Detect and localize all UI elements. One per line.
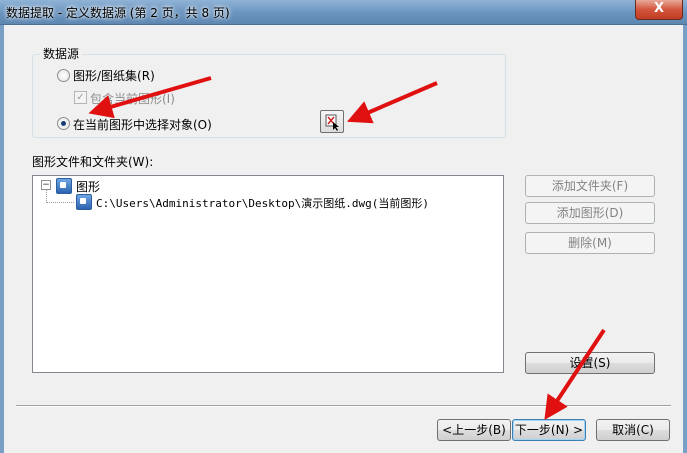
dwg-file-icon xyxy=(76,194,92,210)
include-current-label[interactable]: 包含当前图形(I) xyxy=(90,90,175,107)
radio-select-objects-label[interactable]: 在当前图形中选择对象(O) xyxy=(73,116,212,133)
radio-drawings-label[interactable]: 图形/图纸集(R) xyxy=(73,67,155,84)
divider xyxy=(16,405,671,407)
collapse-icon[interactable]: − xyxy=(41,180,51,190)
tree-line xyxy=(46,202,74,203)
tree-root-label[interactable]: 图形 xyxy=(76,178,100,195)
select-objects-button[interactable] xyxy=(320,110,344,133)
datasource-group-label: 数据源 xyxy=(40,45,83,62)
dialog-body: 数据源 图形/图纸集(R) ✓ 包含当前图形(I) 在当前图形中选择对象(O) … xyxy=(4,25,683,453)
title-bar: 数据提取 - 定义数据源 (第 2 页，共 8 页) X xyxy=(0,0,687,25)
include-current-checkbox[interactable]: ✓ xyxy=(74,91,87,104)
add-folder-button[interactable]: 添加文件夹(F) xyxy=(525,175,655,197)
close-button[interactable]: X xyxy=(635,0,683,20)
tree-line xyxy=(46,189,47,203)
back-button[interactable]: <上一步(B) xyxy=(437,419,511,441)
window-title: 数据提取 - 定义数据源 (第 2 页，共 8 页) xyxy=(6,6,230,20)
add-drawing-button[interactable]: 添加图形(D) xyxy=(525,202,655,224)
dwg-file-icon xyxy=(56,178,72,194)
radio-drawings[interactable] xyxy=(57,69,70,82)
radio-select-objects[interactable] xyxy=(57,117,70,130)
cancel-button[interactable]: 取消(C) xyxy=(596,419,670,441)
pick-cursor-icon xyxy=(325,114,339,131)
next-button[interactable]: 下一步(N) > xyxy=(512,419,586,441)
tree-item-drawing[interactable]: C:\Users\Administrator\Desktop\演示图纸.dwg(… xyxy=(96,195,429,211)
delete-button[interactable]: 删除(M) xyxy=(525,232,655,254)
window-frame-right xyxy=(683,25,687,453)
drawing-files-tree[interactable]: − 图形 C:\Users\Administrator\Desktop\演示图纸… xyxy=(32,175,504,373)
settings-button[interactable]: 设置(S) xyxy=(525,352,655,374)
files-label: 图形文件和文件夹(W): xyxy=(32,155,154,169)
